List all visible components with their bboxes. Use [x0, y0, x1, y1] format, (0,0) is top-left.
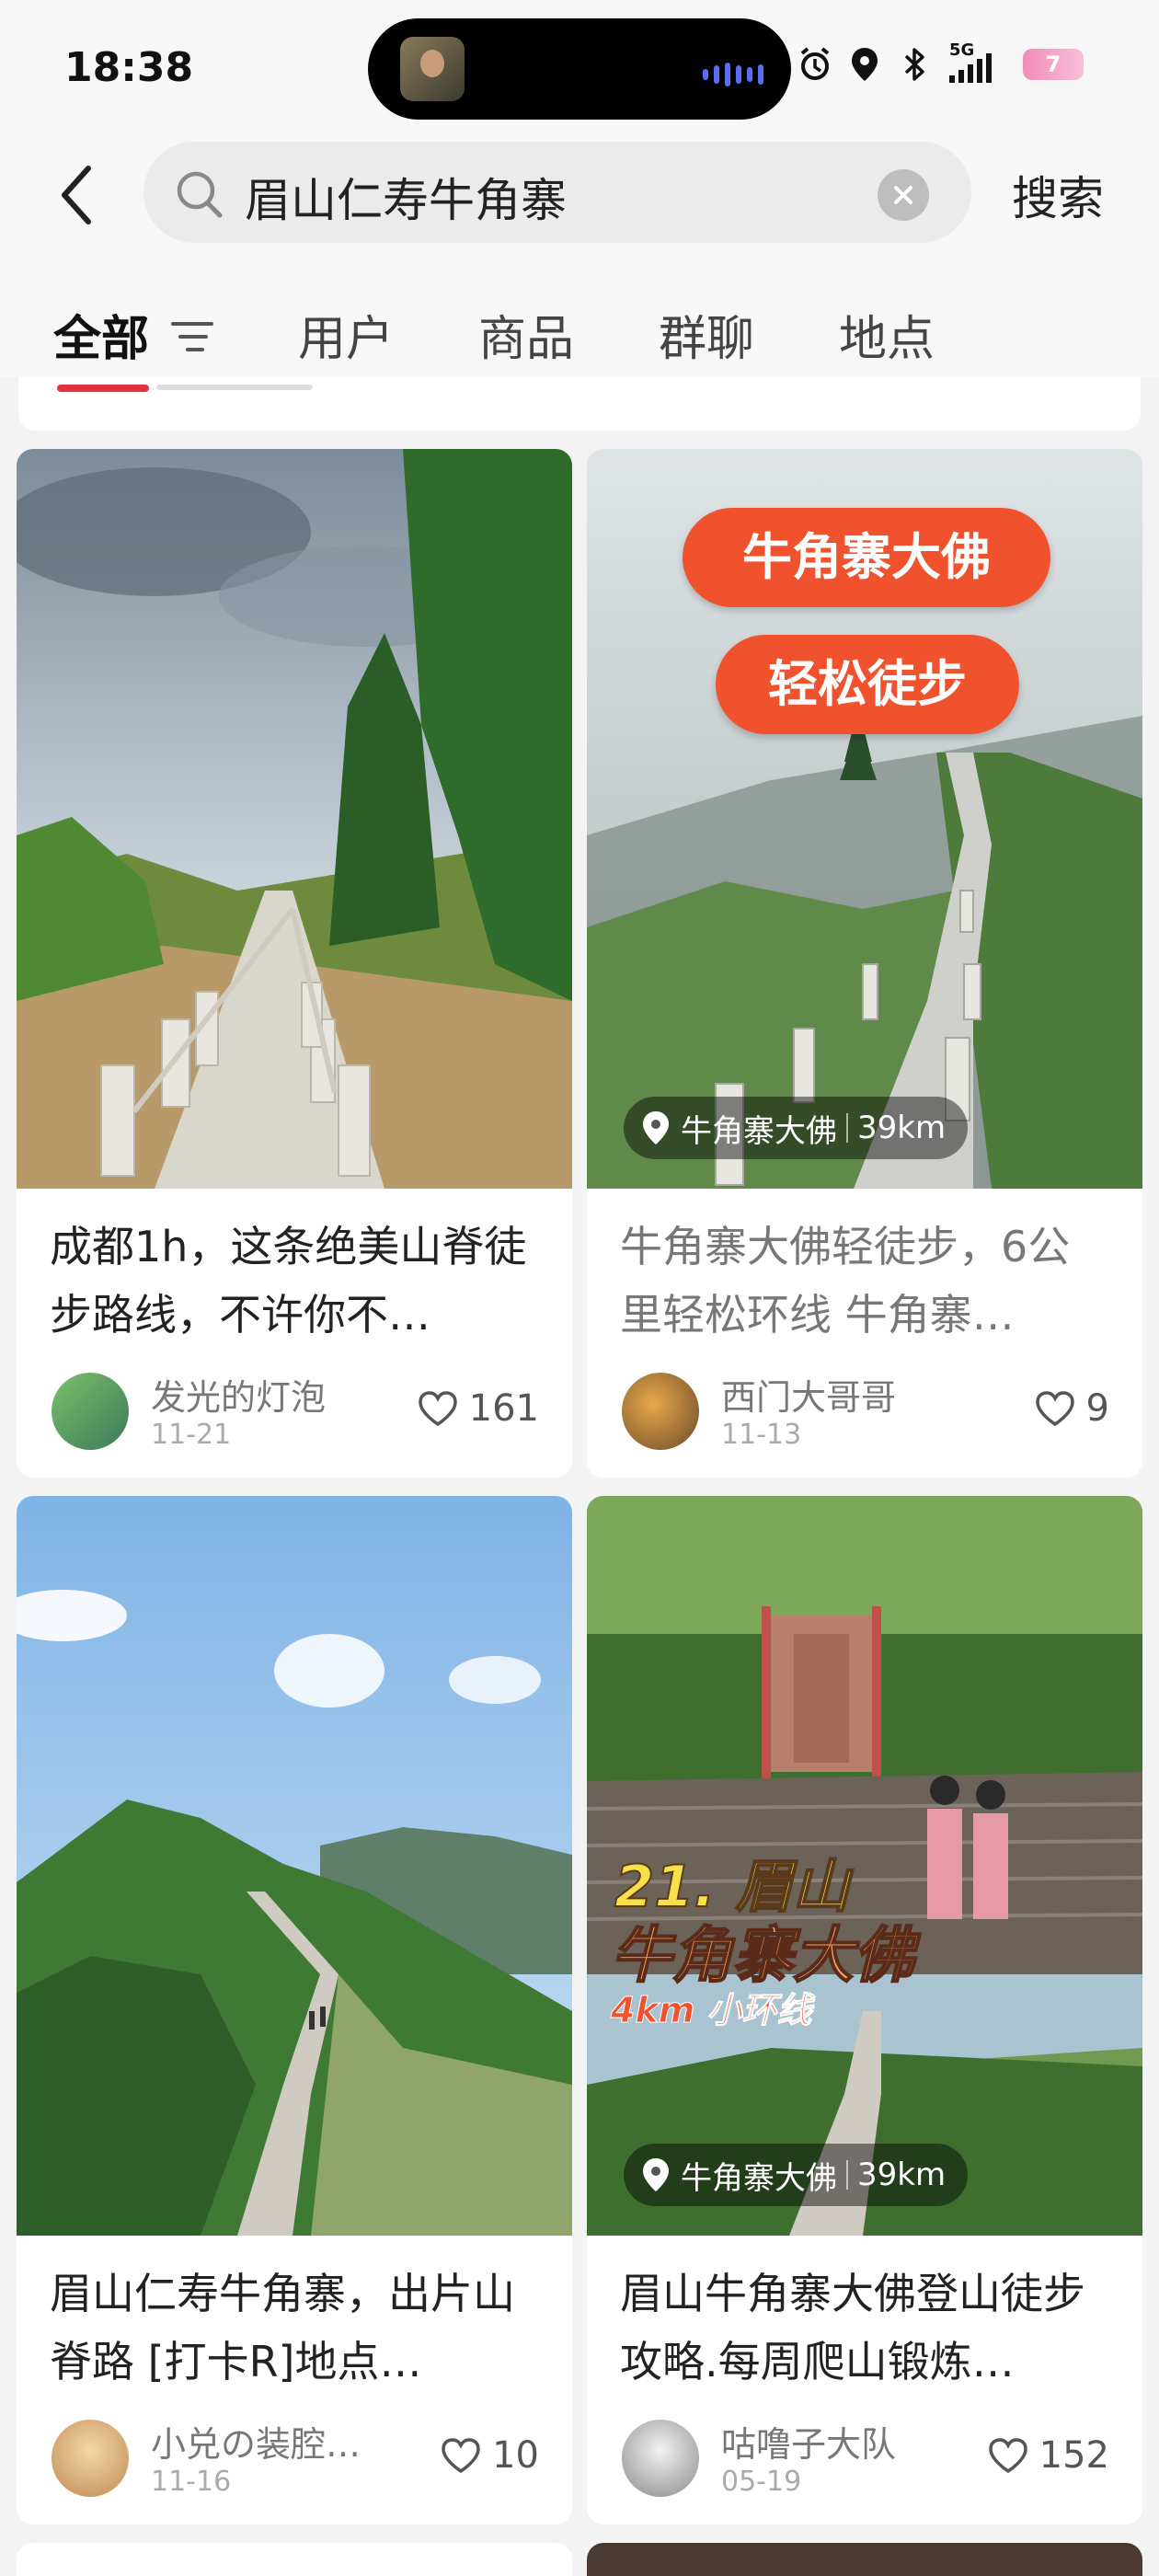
author-name[interactable]: 小兑の装腔… — [151, 2416, 361, 2467]
tab-group-chats[interactable]: 群聊 — [659, 300, 754, 369]
status-bar: 18:38 5G 7 — [0, 0, 1159, 138]
battery-icon: 7 — [1023, 49, 1084, 80]
divider — [846, 1113, 848, 1143]
progress-indicator — [57, 385, 149, 392]
note-cover-image[interactable]: 21. 眉山 牛角寨大佛 4km 小环线 牛角寨大佛 39km — [587, 1496, 1142, 2236]
status-icons: 5G 7 — [797, 40, 1084, 83]
post-date: 11-13 — [721, 1419, 802, 1451]
close-icon — [894, 186, 912, 204]
location-tag[interactable]: 牛角寨大佛 39km — [624, 2144, 969, 2206]
category-tabs: 全部 用户 商品 群聊 地点 — [0, 248, 1159, 377]
author-name[interactable]: 咕噜子大队 — [721, 2416, 896, 2467]
location-pin-icon — [643, 2158, 669, 2191]
like-count: 161 — [468, 1387, 539, 1430]
location-pin-icon — [643, 1111, 669, 1144]
tab-products[interactable]: 商品 — [478, 300, 574, 369]
note-cover-image[interactable]: 牛角寨大佛 轻松徒步 牛角寨大佛 39km — [587, 449, 1142, 1189]
search-button[interactable]: 搜索 — [1012, 162, 1104, 228]
like-button[interactable]: 152 — [988, 2434, 1109, 2477]
dynamic-island[interactable] — [368, 18, 791, 120]
bluetooth-icon — [896, 46, 933, 83]
search-query[interactable]: 眉山仁寿牛角寨 — [245, 164, 567, 230]
back-button[interactable] — [48, 158, 103, 232]
note-cover-image[interactable] — [17, 1496, 572, 2236]
battery-level: 7 — [1045, 52, 1061, 77]
search-icon — [177, 171, 223, 218]
note-card[interactable]: 牛角寨大佛 轻松徒步 牛角寨大佛 39km 牛角寨大佛轻徒步，6公里轻松环线 牛… — [587, 449, 1142, 1478]
note-card[interactable]: 成都1h，这条绝美山脊徒步路线，不许你不… 发光的灯泡 11-21 161 — [17, 449, 572, 1478]
post-date: 05-19 — [721, 2466, 802, 2498]
signal-icon: 5G — [946, 40, 1010, 83]
location-name: 牛角寨大佛 — [681, 1112, 837, 1150]
note-card-partial[interactable] — [17, 2543, 572, 2576]
heart-icon — [1035, 1391, 1074, 1427]
like-button[interactable]: 161 — [418, 1387, 539, 1430]
overlay-caption: 4km 小环线 — [611, 1990, 813, 2031]
location-name: 牛角寨大佛 — [681, 2159, 837, 2197]
note-card[interactable]: 21. 眉山 牛角寨大佛 4km 小环线 牛角寨大佛 39km 眉山牛角寨大佛登… — [587, 1496, 1142, 2524]
note-title[interactable]: 成都1h，这条绝美山脊徒步路线，不许你不… — [50, 1213, 537, 1349]
clear-search-button[interactable] — [878, 169, 929, 221]
author-name[interactable]: 西门大哥哥 — [721, 1369, 896, 1420]
author-avatar[interactable] — [52, 1373, 129, 1450]
chevron-left-icon — [62, 166, 91, 224]
note-title[interactable]: 牛角寨大佛轻徒步，6公里轻松环线 牛角寨… — [620, 1213, 1107, 1349]
audio-wave-icon — [703, 63, 763, 86]
like-button[interactable]: 9 — [1035, 1387, 1109, 1430]
heart-icon — [988, 2438, 1027, 2474]
previous-card-remnant — [18, 377, 1141, 431]
status-time: 18:38 — [64, 44, 194, 91]
location-tag[interactable]: 牛角寨大佛 39km — [624, 1097, 969, 1159]
tab-places[interactable]: 地点 — [839, 300, 935, 369]
author-name[interactable]: 发光的灯泡 — [151, 1369, 326, 1420]
note-title[interactable]: 眉山牛角寨大佛登山徒步攻略.每周爬山锻炼… — [620, 2260, 1107, 2396]
location-icon — [846, 46, 883, 83]
island-avatar — [400, 37, 465, 101]
tab-users[interactable]: 用户 — [298, 300, 394, 369]
like-count: 152 — [1039, 2434, 1109, 2477]
overlay-caption: 牛角寨大佛 — [683, 508, 1050, 607]
divider — [156, 385, 313, 390]
overlay-caption: 轻松徒步 — [716, 635, 1019, 734]
heart-icon — [418, 1391, 457, 1427]
post-date: 11-21 — [151, 1419, 232, 1451]
search-header: 眉山仁寿牛角寨 搜索 — [0, 138, 1159, 248]
author-avatar[interactable] — [622, 2420, 699, 2497]
search-input[interactable]: 眉山仁寿牛角寨 — [143, 142, 971, 243]
note-cover-image[interactable] — [17, 449, 572, 1189]
divider — [846, 2160, 848, 2190]
author-avatar[interactable] — [622, 1373, 699, 1450]
location-distance: 39km — [857, 2156, 947, 2193]
post-date: 11-16 — [151, 2466, 232, 2498]
note-title[interactable]: 眉山仁寿牛角寨，出片山脊路 [打卡R]地点… — [50, 2260, 537, 2396]
author-avatar[interactable] — [52, 2420, 129, 2497]
tab-all[interactable]: 全部 — [53, 300, 149, 369]
location-distance: 39km — [857, 1110, 947, 1146]
note-card-partial[interactable] — [587, 2543, 1142, 2576]
note-card[interactable]: 眉山仁寿牛角寨，出片山脊路 [打卡R]地点… 小兑の装腔… 11-16 10 — [17, 1496, 572, 2524]
filter-icon[interactable] — [171, 318, 213, 355]
like-button[interactable]: 10 — [441, 2434, 539, 2477]
like-count: 9 — [1085, 1387, 1109, 1430]
like-count: 10 — [492, 2434, 539, 2477]
heart-icon — [442, 2438, 480, 2474]
alarm-icon — [797, 46, 833, 83]
